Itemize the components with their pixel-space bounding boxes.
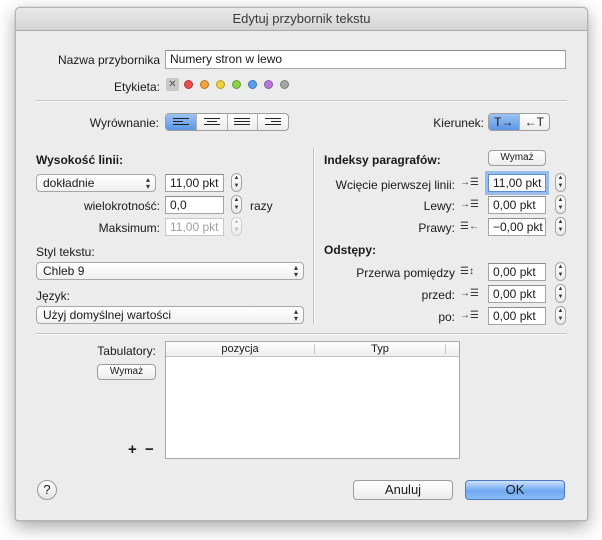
indents-heading: Indeksy paragrafów: [324, 153, 441, 167]
align-center-icon [203, 118, 220, 127]
first-line-input[interactable]: 11,00 pkt [488, 174, 546, 192]
window-title: Edytuj przybornik tekstu [16, 8, 587, 31]
before-input[interactable]: 0,00 pkt [488, 285, 546, 303]
left-indent-stepper[interactable]: ▲ ▼ [555, 195, 566, 214]
left-indent-label: Lewy: [423, 199, 455, 213]
tag-orange[interactable] [200, 80, 209, 89]
align-left-button[interactable] [166, 114, 196, 130]
column-position[interactable]: pozycja [166, 342, 314, 356]
after-label: po: [438, 310, 455, 324]
popup-arrows-icon: ▴ ▾ [145, 175, 150, 191]
text-style-popup[interactable]: Chleb 9 ▴ ▾ [36, 262, 304, 280]
multiple-stepper[interactable]: ▲ ▼ [231, 195, 242, 214]
line-height-heading: Wysokość linii: [36, 153, 124, 167]
question-icon: ? [43, 482, 51, 497]
align-justify-icon [234, 118, 251, 127]
tag-purple[interactable] [264, 80, 273, 89]
dialog-window: Edytuj przybornik tekstu Nazwa przyborni… [15, 7, 588, 521]
before-label: przed: [421, 288, 455, 302]
column-type[interactable]: Typ [315, 342, 445, 356]
align-center-button[interactable] [195, 114, 227, 130]
tags-label: Etykieta: [113, 80, 160, 94]
tabs-clear-button[interactable]: Wymaż [97, 364, 156, 380]
right-indent-label: Prawy: [418, 221, 455, 235]
max-value-input: 11,00 pkt [165, 218, 224, 236]
close-icon: ✕ [168, 79, 177, 90]
toolbox-name-label: Nazwa przybornika [57, 53, 160, 67]
spacing-heading: Odstępy: [324, 243, 377, 257]
after-input[interactable]: 0,00 pkt [488, 307, 546, 325]
between-input[interactable]: 0,00 pkt [488, 263, 546, 281]
right-indent-icon: ☰← [460, 221, 479, 232]
direction-ltr-button[interactable]: T→ [489, 114, 519, 130]
popup-arrows-icon: ▴ ▾ [293, 307, 298, 323]
left-indent-input[interactable]: 0,00 pkt [488, 196, 546, 214]
column-divider [445, 344, 446, 354]
tag-yellow[interactable] [216, 80, 225, 89]
tag-blue[interactable] [248, 80, 257, 89]
max-stepper: ▲ ▼ [231, 217, 242, 236]
align-right-button[interactable] [257, 114, 288, 130]
indents-clear-button[interactable]: Wymaż [488, 150, 546, 166]
tabs-label: Tabulatory: [97, 344, 156, 358]
multiple-label: wielokrotność: [83, 199, 160, 213]
right-indent-input[interactable]: −0,00 pkt [488, 218, 546, 236]
space-after-icon: →☰ [460, 310, 479, 321]
direction-rtl-button[interactable]: ←T [518, 114, 550, 130]
language-popup[interactable]: Użyj domyślnej wartości ▴ ▾ [36, 306, 304, 324]
tag-gray[interactable] [280, 80, 289, 89]
alignment-label: Wyrównanie: [89, 116, 159, 130]
line-height-mode-popup[interactable]: dokładnie ▴ ▾ [36, 174, 156, 192]
before-stepper[interactable]: ▲ ▼ [555, 284, 566, 303]
alignment-segmented-control [165, 113, 289, 131]
separator-vertical [313, 148, 315, 324]
line-height-stepper[interactable]: ▲ ▼ [231, 173, 242, 192]
direction-segmented-control: T→ ←T [488, 113, 550, 131]
first-line-indent-icon: →☰ [460, 177, 479, 188]
ok-button[interactable]: OK [465, 480, 565, 500]
text-style-label: Styl tekstu: [36, 245, 95, 259]
language-label: Język: [36, 289, 71, 303]
popup-arrows-icon: ▴ ▾ [293, 263, 298, 279]
between-stepper[interactable]: ▲ ▼ [555, 262, 566, 281]
direction-label: Kierunek: [433, 116, 484, 130]
after-stepper[interactable]: ▲ ▼ [555, 306, 566, 325]
tag-green[interactable] [232, 80, 241, 89]
left-indent-icon: →☰ [460, 199, 479, 210]
separator-top [36, 100, 567, 102]
align-right-icon [265, 118, 282, 127]
add-tab-button[interactable]: + [128, 441, 137, 458]
multiple-value-input[interactable]: 0,0 [165, 196, 224, 214]
align-justify-button[interactable] [226, 114, 258, 130]
tag-none-button[interactable]: ✕ [166, 78, 179, 91]
tag-red[interactable] [184, 80, 193, 89]
line-spacing-icon: ☰↕ [460, 266, 474, 277]
first-line-label: Wcięcie pierwszej linii: [335, 178, 455, 192]
multiple-unit-label: razy [250, 199, 273, 213]
space-before-icon: →☰ [460, 288, 479, 299]
help-button[interactable]: ? [37, 480, 57, 500]
align-left-icon [172, 118, 189, 127]
right-indent-stepper[interactable]: ▲ ▼ [555, 217, 566, 236]
tabs-table-header: pozycja Typ [166, 342, 459, 357]
separator-middle [36, 333, 567, 335]
first-line-stepper[interactable]: ▲ ▼ [555, 173, 566, 192]
tabs-table[interactable]: pozycja Typ [165, 341, 460, 459]
remove-tab-button[interactable]: − [145, 441, 154, 458]
line-height-value-input[interactable]: 11,00 pkt [165, 174, 224, 192]
toolbox-name-input[interactable]: Numery stron w lewo [165, 50, 566, 69]
between-label: Przerwa pomiędzy [356, 266, 455, 280]
max-label: Maksimum: [98, 221, 160, 235]
cancel-button[interactable]: Anuluj [353, 480, 453, 500]
